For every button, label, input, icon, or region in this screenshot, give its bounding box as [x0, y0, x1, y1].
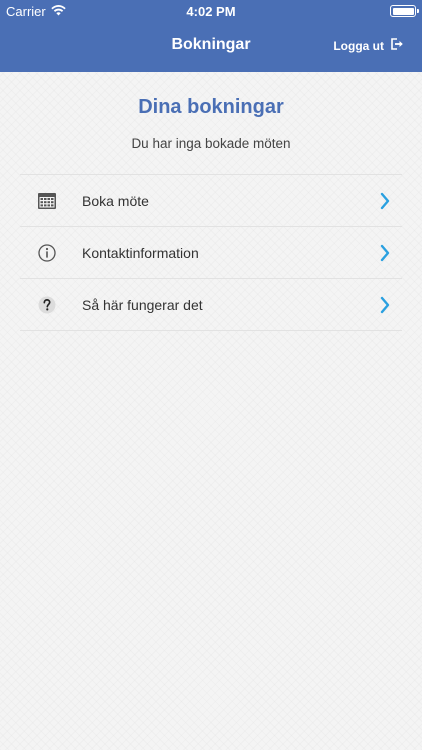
status-bar: Carrier 4:02 PM: [0, 0, 422, 22]
logout-label: Logga ut: [333, 38, 384, 53]
menu-item-label: Boka möte: [82, 192, 149, 209]
menu-item-label: Kontaktinformation: [82, 244, 199, 261]
status-time: 4:02 PM: [186, 4, 236, 19]
bookings-heading: Dina bokningar: [138, 96, 284, 118]
battery-icon: [390, 5, 419, 17]
menu-list: Boka möte Kontaktinformation Så här fung…: [20, 174, 402, 331]
logout-icon: [390, 38, 404, 53]
chevron-right-icon: [368, 192, 402, 210]
calendar-icon: [20, 175, 72, 227]
no-bookings-text: Du har inga bokade möten: [131, 136, 291, 151]
logout-button[interactable]: Logga ut: [333, 38, 404, 53]
chevron-right-icon: [368, 244, 402, 262]
menu-item-book-meeting[interactable]: Boka möte: [20, 175, 402, 227]
question-icon: [20, 279, 72, 331]
menu-item-contact-info[interactable]: Kontaktinformation: [20, 227, 402, 279]
chevron-right-icon: [368, 296, 402, 314]
top-bar: Carrier 4:02 PM Bokningar Logga ut: [0, 0, 422, 72]
info-icon: [20, 227, 72, 279]
menu-item-how-it-works[interactable]: Så här fungerar det: [20, 279, 402, 331]
menu-item-label: Så här fungerar det: [82, 296, 203, 313]
